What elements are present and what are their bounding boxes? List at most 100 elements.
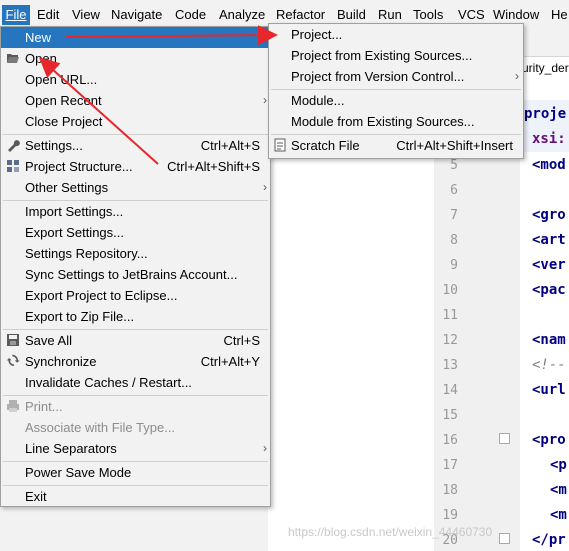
menu-item-label: Power Save Mode bbox=[25, 465, 132, 480]
project-structure-icon bbox=[7, 160, 19, 172]
line-number: 17 bbox=[442, 458, 458, 473]
menu-item-shortcut: Ctrl+Alt+Shift+Insert bbox=[396, 138, 513, 153]
menu-item-label: Export Project to Eclipse... bbox=[25, 288, 178, 303]
line-number: 18 bbox=[442, 483, 458, 498]
menu-item-label: Project... bbox=[291, 27, 343, 42]
new-project[interactable]: Project... bbox=[269, 24, 523, 45]
code-line: <nam bbox=[532, 332, 566, 348]
fold-marker-icon[interactable] bbox=[499, 533, 510, 544]
line-number: 7 bbox=[450, 208, 458, 223]
new-project-existing-sources[interactable]: Project from Existing Sources... bbox=[269, 45, 523, 66]
submenu-arrow-icon: › bbox=[515, 69, 519, 83]
menu-item-label: Project from Version Control... bbox=[291, 69, 465, 84]
line-number: 10 bbox=[442, 283, 458, 298]
menu-item-label: Open URL... bbox=[25, 72, 98, 87]
menu-file[interactable]: File bbox=[2, 5, 30, 25]
menu-help[interactable]: He bbox=[551, 6, 568, 24]
menu-item-label: Open bbox=[25, 51, 57, 66]
menu-item-label: Save All bbox=[25, 333, 72, 348]
menu-analyze[interactable]: Analyze bbox=[219, 6, 265, 24]
code-line: <ver bbox=[532, 257, 566, 273]
new-scratch-file[interactable]: Scratch File Ctrl+Alt+Shift+Insert bbox=[269, 135, 523, 156]
menu-build[interactable]: Build bbox=[337, 6, 366, 24]
menu-vcs[interactable]: VCS bbox=[458, 6, 485, 24]
menu-item-label: Print... bbox=[25, 399, 63, 414]
file-menu-synchronize[interactable]: Synchronize Ctrl+Alt+Y bbox=[1, 351, 270, 372]
file-menu-project-structure[interactable]: Project Structure... Ctrl+Alt+Shift+S bbox=[1, 156, 270, 177]
menu-item-label: Open Recent bbox=[25, 93, 102, 108]
menu-code[interactable]: Code bbox=[175, 6, 206, 24]
new-module[interactable]: Module... bbox=[269, 90, 523, 111]
menu-item-label: Export to Zip File... bbox=[25, 309, 135, 324]
menu-item-label: Module from Existing Sources... bbox=[291, 114, 475, 129]
menu-item-label: Invalidate Caches / Restart... bbox=[25, 375, 192, 390]
menu-item-shortcut: Ctrl+Alt+S bbox=[200, 138, 260, 153]
menu-window[interactable]: Window bbox=[493, 6, 539, 24]
submenu-arrow-icon: › bbox=[263, 93, 267, 107]
file-menu-exit[interactable]: Exit bbox=[1, 486, 270, 507]
code-line: <p bbox=[550, 457, 567, 473]
new-module-existing-sources[interactable]: Module from Existing Sources... bbox=[269, 111, 523, 132]
file-menu-power-save[interactable]: Power Save Mode bbox=[1, 462, 270, 483]
menu-item-label: Sync Settings to JetBrains Account... bbox=[25, 267, 238, 282]
editor-tab-label[interactable]: urity_der bbox=[522, 61, 569, 75]
file-menu-new[interactable]: New bbox=[1, 27, 270, 48]
menu-item-label: Project Structure... bbox=[25, 159, 133, 174]
line-number: 5 bbox=[450, 158, 458, 173]
menu-run[interactable]: Run bbox=[378, 6, 402, 24]
file-menu-settings[interactable]: Settings... Ctrl+Alt+S bbox=[1, 135, 270, 156]
file-menu: New Open Open URL... Open Recent › Close … bbox=[0, 26, 271, 507]
menu-item-label: Project from Existing Sources... bbox=[291, 48, 473, 63]
code-line: </pr bbox=[532, 532, 566, 548]
menu-tools[interactable]: Tools bbox=[413, 6, 443, 24]
file-menu-invalidate-caches[interactable]: Invalidate Caches / Restart... bbox=[1, 372, 270, 393]
code-line: <m bbox=[550, 482, 567, 498]
code-line: <pro bbox=[532, 432, 566, 448]
code-line: xsi: bbox=[532, 131, 566, 147]
menu-item-label: Synchronize bbox=[25, 354, 97, 369]
file-menu-open-url[interactable]: Open URL... bbox=[1, 69, 270, 90]
sync-icon bbox=[6, 354, 20, 366]
menu-item-label: Settings... bbox=[25, 138, 83, 153]
file-menu-other-settings[interactable]: Other Settings › bbox=[1, 177, 270, 198]
menu-navigate[interactable]: Navigate bbox=[111, 6, 162, 24]
file-menu-line-separators[interactable]: Line Separators › bbox=[1, 438, 270, 459]
menu-item-label: Module... bbox=[291, 93, 345, 108]
fold-marker-icon[interactable] bbox=[499, 433, 510, 444]
menu-refactor[interactable]: Refactor bbox=[276, 6, 325, 24]
file-menu-sync-settings[interactable]: Sync Settings to JetBrains Account... bbox=[1, 264, 270, 285]
file-menu-import-settings[interactable]: Import Settings... bbox=[1, 201, 270, 222]
menu-item-label: Line Separators bbox=[25, 441, 117, 456]
code-line: <mod bbox=[532, 157, 566, 173]
file-menu-export-zip[interactable]: Export to Zip File... bbox=[1, 306, 270, 327]
new-project-version-control[interactable]: Project from Version Control... › bbox=[269, 66, 523, 87]
file-menu-close-project[interactable]: Close Project bbox=[1, 111, 270, 132]
printer-icon bbox=[7, 400, 19, 412]
file-menu-save-all[interactable]: Save All Ctrl+S bbox=[1, 330, 270, 351]
file-menu-open-recent[interactable]: Open Recent › bbox=[1, 90, 270, 111]
file-menu-export-settings[interactable]: Export Settings... bbox=[1, 222, 270, 243]
code-line: <pac bbox=[532, 282, 566, 298]
line-number: 14 bbox=[442, 383, 458, 398]
menu-view[interactable]: View bbox=[72, 6, 100, 24]
new-submenu: Project... Project from Existing Sources… bbox=[268, 23, 524, 159]
code-line: <art bbox=[532, 232, 566, 248]
line-number: 8 bbox=[450, 233, 458, 248]
line-number: 6 bbox=[450, 183, 458, 198]
menu-item-label: Associate with File Type... bbox=[25, 420, 176, 435]
menu-item-label: New bbox=[25, 30, 52, 45]
menu-item-label: Other Settings bbox=[25, 180, 109, 195]
menu-item-label: Exit bbox=[25, 489, 47, 504]
menu-item-shortcut: Ctrl+Alt+Shift+S bbox=[167, 159, 260, 174]
file-menu-settings-repository[interactable]: Settings Repository... bbox=[1, 243, 270, 264]
folder-open-icon bbox=[7, 54, 19, 63]
line-number: 9 bbox=[450, 258, 458, 273]
file-menu-open[interactable]: Open bbox=[1, 48, 270, 69]
menu-edit[interactable]: Edit bbox=[37, 6, 59, 24]
menu-item-shortcut: Ctrl+S bbox=[223, 333, 260, 348]
menu-item-label: Close Project bbox=[25, 114, 103, 129]
file-menu-export-eclipse[interactable]: Export Project to Eclipse... bbox=[1, 285, 270, 306]
save-icon bbox=[7, 334, 19, 346]
line-number: 12 bbox=[442, 333, 458, 348]
menu-item-label: Scratch File bbox=[291, 138, 360, 153]
